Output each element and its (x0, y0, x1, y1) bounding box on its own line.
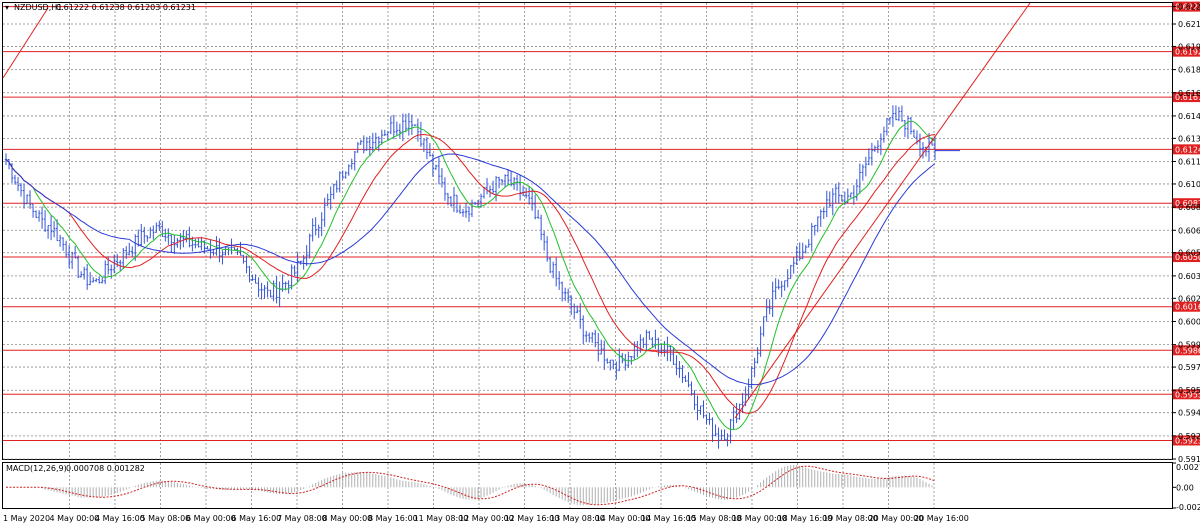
time-tick-label: 4 May 16:00 (95, 514, 145, 523)
price-tick-label: 0.61640 (1178, 89, 1200, 98)
price-tick-label: 0.60060 (1178, 317, 1200, 326)
level-price-label: 0.60162 (1175, 303, 1200, 312)
price-tick-label: 0.60375 (1178, 272, 1200, 281)
price-tick-label: 0.60535 (1178, 249, 1200, 258)
chart-canvas[interactable]: 0.622350.619240.616100.612490.608770.605… (0, 0, 1200, 527)
time-tick-label: 7 May 08:00 (277, 514, 327, 523)
macd-values: 0.000708 0.001282 (66, 464, 145, 473)
time-tick-label: 8 May 00:00 (323, 514, 373, 523)
level-price-label: 0.61249 (1175, 145, 1200, 154)
price-tick-label: 0.61800 (1178, 66, 1200, 75)
time-tick-label: 1 May 2020 (3, 514, 50, 523)
macd-tick-label: 0.00 (1176, 483, 1194, 492)
price-tick-label: 0.61960 (1178, 42, 1200, 51)
time-tick-label: 6 May 00:00 (186, 514, 236, 523)
time-tick-label: 6 May 16:00 (232, 514, 282, 523)
price-tick-label: 0.59270 (1178, 432, 1200, 441)
time-tick-label: 5 May 08:00 (141, 514, 191, 523)
time-tick-label: 4 May 00:00 (50, 514, 100, 523)
chart-window[interactable]: 0.622350.619240.616100.612490.608770.605… (0, 0, 1200, 527)
price-tick-label: 0.61165 (1178, 158, 1200, 167)
price-tick-label: 0.60690 (1178, 226, 1200, 235)
ohlc-values: 0.61222 0.61238 0.61203 0.61231 (56, 3, 196, 12)
collapse-triangle-icon[interactable]: ▾ (5, 3, 9, 12)
price-tick-label: 0.62235 (1178, 3, 1200, 12)
price-tick-label: 0.61010 (1178, 180, 1200, 189)
time-axis[interactable]: 1 May 2020 4 May 00:004 May 16:005 May 08… (3, 514, 969, 523)
price-tick-label: 0.60850 (1178, 203, 1200, 212)
price-tick-label: 0.61480 (1178, 112, 1200, 121)
chart-background (0, 0, 1200, 527)
macd-tick-label: 0.002743 (1176, 463, 1200, 472)
price-tick-label: 0.59585 (1178, 386, 1200, 395)
price-tick-label: 0.60220 (1178, 294, 1200, 303)
time-tick-label: 8 May 16:00 (368, 514, 418, 523)
price-tick-label: 0.59430 (1178, 409, 1200, 418)
price-tick-label: 0.59745 (1178, 363, 1200, 372)
macd-tick-label: -0.002337 (1176, 503, 1200, 512)
price-tick-label: 0.61325 (1178, 134, 1200, 143)
time-tick-label: 20 May 16:00 (914, 514, 969, 523)
price-tick-label: 0.59900 (1178, 341, 1200, 350)
macd-label: MACD(12,26,9) (6, 464, 67, 473)
price-tick-label: 0.62115 (1178, 20, 1200, 29)
